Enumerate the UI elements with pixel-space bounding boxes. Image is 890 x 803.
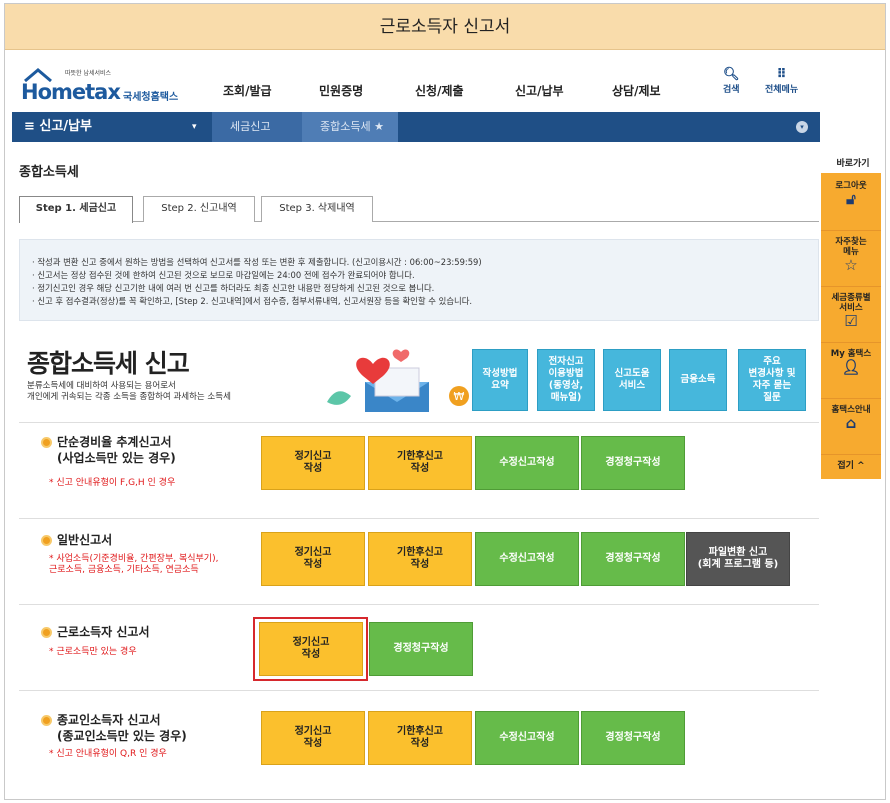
info-line: · 신고 후 접수결과(정상)를 꼭 확인하고, [Step 2. 신고내역]에… [32,296,473,306]
quick-guide-summary-button[interactable]: 작성방법 요약 [472,349,528,411]
highlight-box [253,617,368,681]
tab-step2[interactable]: Step 2. 신고내역 [143,196,255,222]
nav-item-certificates[interactable]: 민원증명 [319,82,363,99]
quick-filing-help-button[interactable]: 신고도움 서비스 [603,349,661,411]
refund-claim-button[interactable]: 경정청구작성 [581,532,685,586]
amended-filing-button[interactable]: 수정신고작성 [475,532,579,586]
page-banner: 근로소득자 신고서 [5,4,885,50]
svg-text:₩: ₩ [454,390,465,403]
nav-item-lookup[interactable]: 조회/발급 [223,82,272,99]
window: 근로소득자 신고서 따뜻한 납세서비스 Hometax 국세청홈택스 조회/발급… [4,3,886,800]
side-item-guide[interactable]: 홈택스안내 ⌂ [821,399,881,455]
breadcrumb-global-income-tax[interactable]: 종합소득세 ★ [302,112,398,142]
amended-filing-button[interactable]: 수정신고작성 [475,711,579,765]
refund-claim-button[interactable]: 경정청구작성 [581,436,685,490]
description-line: 개인에게 귀속되는 각종 소득을 종합하여 과세하는 소득세 [27,392,231,402]
bullet-icon [41,715,52,726]
regular-filing-button[interactable]: 정기신고 작성 [261,711,365,765]
side-item-label: 세금종류별 서비스 [831,293,871,313]
info-line: · 신고서는 정상 접수된 것에 한하여 신고된 것으로 보므로 마감일에는 2… [32,270,415,280]
breadcrumb-tax-filing[interactable]: 세금신고 [212,112,302,142]
quick-e-filing-manual-button[interactable]: 전자신고 이용방법 (동영상, 매뉴얼) [537,349,595,411]
collapse-button[interactable]: 접기 ^ [821,455,881,477]
side-item-label: 자주찾는 메뉴 [835,237,867,257]
section-title: 근로소득자 신고서 [57,625,150,639]
refund-claim-button[interactable]: 경정청구작성 [581,711,685,765]
sub-navigation-bar: ≡ 신고/납부 ▾ 세금신고 종합소득세 ★ ▾ [12,112,820,142]
user-icon: 👤︎ [841,358,861,376]
section-note: * 근로소득만 있는 경우 [49,647,137,657]
section-wage-earner: 근로소득자 신고서 * 근로소득만 있는 경우 정기신고 작성 경정청구작성 [19,604,819,690]
late-filing-button[interactable]: 기한후신고 작성 [368,436,472,490]
late-filing-button[interactable]: 기한후신고 작성 [368,711,472,765]
nav-item-consult[interactable]: 상담/제보 [612,82,661,99]
info-box: · 작성과 변환 신고 중에서 원하는 방법을 선택하여 신고서를 작성 또는 … [19,239,819,321]
page-title: 종합소득세 [19,165,79,180]
search-icon: 🔍︎ [723,67,740,82]
search-button[interactable]: 🔍︎ 검색 [723,67,740,96]
info-line: · 작성과 변환 신고 중에서 원하는 방법을 선택하여 신고서를 작성 또는 … [32,257,482,267]
side-item-tax-services[interactable]: 세금종류별 서비스 ☑ [821,287,881,343]
nav-item-filing[interactable]: 신고/납부 [515,82,564,99]
section-note: * 신고 안내유형이 F,G,H 인 경우 [49,478,176,488]
main-heading: 종합소득세 신고 [27,349,190,378]
quick-links-list: 로그아웃 🔓︎ 자주찾는 메뉴 ☆ 세금종류별 서비스 ☑ My 홈택스 👤︎ 홈택스안… [821,173,881,479]
chevron-down-icon[interactable]: ▾ [192,112,197,142]
section-note: * 사업소득(기준경비율, 간편장부, 복식부기), 근로소득, 금융소득, 기… [49,554,219,575]
side-item-my-hometax[interactable]: My 홈택스 👤︎ [821,343,881,399]
regular-filing-button[interactable]: 정기신고 작성 [261,532,365,586]
section-menu-title[interactable]: ≡ 신고/납부 [24,112,92,142]
grid-icon: ⠿ [776,67,787,82]
all-menu-button[interactable]: ⠿ 전체메뉴 [765,67,799,96]
nav-item-apply[interactable]: 신청/제출 [415,82,464,99]
logo-subtext: 국세청홈택스 [123,92,179,103]
section-note: * 신고 안내유형이 Q,R 인 경우 [49,749,167,759]
quick-links-panel: 바로가기 로그아웃 🔓︎ 자주찾는 메뉴 ☆ 세금종류별 서비스 ☑ My 홈택스 👤︎… [821,156,885,496]
section-religious: 종교인소득자 신고서 (종교인소득만 있는 경우) * 신고 안내유형이 Q,R… [19,690,819,799]
bullet-icon [41,535,52,546]
checkbox-icon: ☑ [844,312,858,330]
envelope-heart-illustration: ₩ [327,349,469,412]
main-description: 분류소득세에 대비하여 사용되는 용어로서 개인에게 귀속되는 각종 소득을 종… [27,381,231,403]
side-item-favorites[interactable]: 자주찾는 메뉴 ☆ [821,231,881,287]
top-navigation: 따뜻한 납세서비스 Hometax 국세청홈택스 조회/발급 민원증명 신청/제… [5,64,885,110]
search-label: 검색 [723,85,740,95]
expand-circle-icon[interactable]: ▾ [796,121,808,133]
regular-filing-button[interactable]: 정기신고 작성 [261,436,365,490]
hometax-logo[interactable]: 따뜻한 납세서비스 Hometax 국세청홈택스 [21,68,191,104]
refund-claim-button[interactable]: 경정청구작성 [369,622,473,676]
info-line: · 정기신고인 경우 해당 신고기한 내에 여러 번 신고를 하더라도 최종 신… [32,283,435,293]
bullet-icon [41,437,52,448]
unlock-icon: 🔓︎ [846,190,856,208]
tab-step3[interactable]: Step 3. 삭제내역 [261,196,373,222]
file-conversion-filing-button[interactable]: 파일변환 신고 (회계 프로그램 등) [686,532,790,586]
star-icon: ☆ [844,256,858,274]
tab-step1[interactable]: Step 1. 세금신고 [19,196,133,223]
section-general: 일반신고서 * 사업소득(기준경비율, 간편장부, 복식부기), 근로소득, 금… [19,518,819,604]
quick-faq-button[interactable]: 주요 변경사항 및 자주 묻는 질문 [738,349,806,411]
quick-financial-income-button[interactable]: 금융소득 [669,349,727,411]
section-title: 종교인소득자 신고서 (종교인소득만 있는 경우) [57,713,187,743]
section-simple-expense: 단순경비율 추계신고서 (사업소득만 있는 경우) * 신고 안내유형이 F,G… [19,422,819,502]
logo-slogan: 따뜻한 납세서비스 [65,70,112,77]
home-icon: ⌂ [845,414,857,432]
logo-text: Hometax [21,80,121,104]
late-filing-button[interactable]: 기한후신고 작성 [368,532,472,586]
step-tabs: Step 1. 세금신고 Step 2. 신고내역 Step 3. 삭제내역 [19,196,819,223]
quick-links-heading: 바로가기 [836,159,870,169]
amended-filing-button[interactable]: 수정신고작성 [475,436,579,490]
all-menu-label: 전체메뉴 [765,85,799,95]
section-title: 단순경비율 추계신고서 (사업소득만 있는 경우) [57,435,176,465]
description-line: 분류소득세에 대비하여 사용되는 용어로서 [27,381,176,391]
side-item-logout[interactable]: 로그아웃 🔓︎ [821,175,881,231]
bullet-icon [41,627,52,638]
section-title: 일반신고서 [57,533,113,547]
